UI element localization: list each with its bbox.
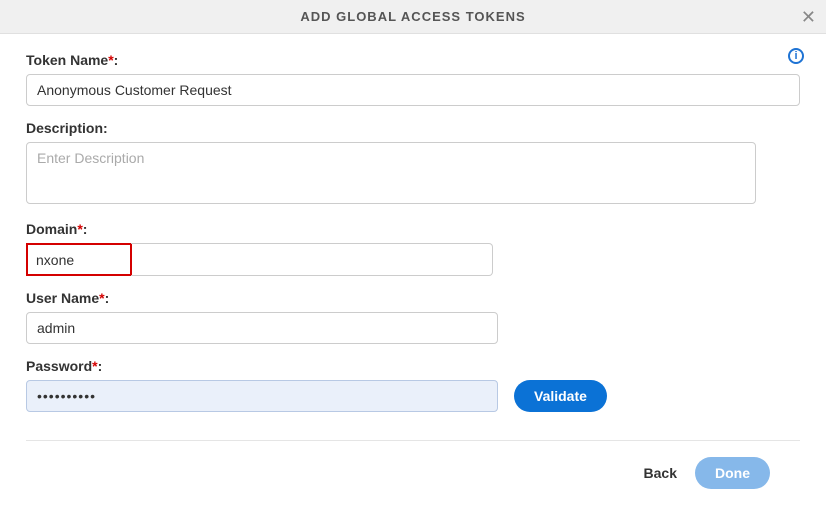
label-colon: :	[105, 290, 110, 306]
description-group: Description:	[26, 120, 800, 207]
description-input[interactable]	[26, 142, 756, 204]
domain-label: Domain*:	[26, 221, 800, 237]
back-button[interactable]: Back	[644, 465, 677, 481]
dialog-body: i Token Name*: Description: Domain*:	[0, 34, 826, 511]
label-colon: :	[98, 358, 103, 374]
domain-input[interactable]	[26, 243, 132, 276]
description-label: Description:	[26, 120, 800, 136]
dialog-header: ADD GLOBAL ACCESS TOKENS ✕	[0, 0, 826, 34]
user-name-group: User Name*:	[26, 290, 800, 344]
user-name-label: User Name*:	[26, 290, 800, 306]
domain-input-wrap	[26, 243, 498, 276]
label-colon: :	[83, 221, 88, 237]
close-icon[interactable]: ✕	[801, 8, 816, 26]
password-row: Validate	[26, 380, 800, 412]
domain-group: Domain*:	[26, 221, 800, 276]
label-text: Domain	[26, 221, 77, 237]
label-text: Password	[26, 358, 92, 374]
token-name-label: Token Name*:	[26, 52, 800, 68]
token-name-input[interactable]	[26, 74, 800, 106]
password-input[interactable]	[26, 380, 498, 412]
password-label: Password*:	[26, 358, 800, 374]
token-name-group: Token Name*:	[26, 52, 800, 106]
label-colon: :	[114, 52, 119, 68]
dialog-footer: Back Done	[26, 440, 800, 501]
password-group: Password*: Validate	[26, 358, 800, 412]
add-global-access-tokens-dialog: ADD GLOBAL ACCESS TOKENS ✕ i Token Name*…	[0, 0, 826, 511]
info-icon[interactable]: i	[788, 48, 804, 64]
done-button[interactable]: Done	[695, 457, 770, 489]
label-text: Token Name	[26, 52, 108, 68]
user-name-input[interactable]	[26, 312, 498, 344]
dialog-title: ADD GLOBAL ACCESS TOKENS	[300, 9, 525, 24]
validate-button[interactable]: Validate	[514, 380, 607, 412]
domain-input-extension[interactable]	[131, 243, 493, 276]
label-text: User Name	[26, 290, 99, 306]
